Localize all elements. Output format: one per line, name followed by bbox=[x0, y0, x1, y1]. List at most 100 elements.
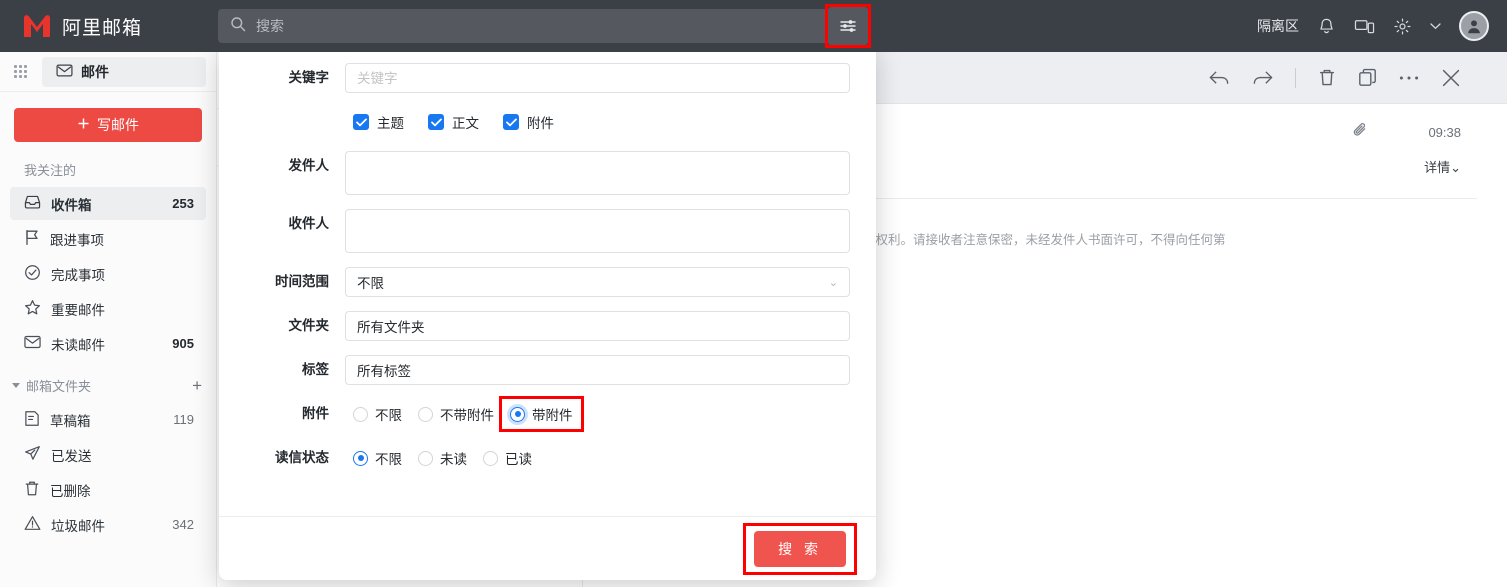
sidebar-item-sent[interactable]: 已发送 bbox=[10, 438, 206, 471]
chevron-down-icon: ⌄ bbox=[1450, 160, 1461, 175]
ellipsis-icon[interactable] bbox=[1399, 75, 1419, 81]
copy-icon[interactable] bbox=[1358, 68, 1377, 87]
checkbox-body[interactable] bbox=[428, 114, 444, 130]
search-submit-button[interactable]: 搜 索 bbox=[754, 531, 846, 567]
tab-mail[interactable]: 邮件 bbox=[42, 57, 206, 87]
radio-circle-selected-icon bbox=[353, 451, 368, 466]
folder-select[interactable]: 所有文件夹 bbox=[345, 311, 850, 341]
forward-arrow-icon[interactable] bbox=[1252, 69, 1273, 87]
close-x-icon[interactable] bbox=[1441, 68, 1461, 88]
brand: 阿里邮箱 bbox=[0, 13, 210, 40]
envelope-icon bbox=[56, 64, 73, 80]
devices-icon[interactable] bbox=[1354, 17, 1375, 36]
sidebar-item-label: 已删除 bbox=[50, 480, 184, 500]
field-label: 标签 bbox=[245, 355, 345, 385]
mail-time: 09:38 bbox=[1428, 125, 1461, 140]
search-filter-toggle[interactable] bbox=[828, 7, 868, 45]
toolbar-divider bbox=[1295, 68, 1296, 88]
radio-label: 不带附件 bbox=[440, 404, 494, 424]
filter-sliders-icon[interactable] bbox=[828, 7, 868, 45]
sidebar-item-important[interactable]: 重要邮件 bbox=[10, 292, 206, 325]
radio-label: 未读 bbox=[440, 448, 467, 468]
sidebar-item-label: 完成事项 bbox=[51, 264, 184, 284]
sidebar-item-count: 342 bbox=[172, 517, 194, 532]
sidebar-item-completed[interactable]: 完成事项 bbox=[10, 257, 206, 290]
reply-arrow-icon[interactable] bbox=[1209, 69, 1230, 87]
sender-input[interactable] bbox=[345, 151, 850, 195]
sidebar-item-unread[interactable]: 未读邮件 905 bbox=[10, 327, 206, 360]
advanced-search-form: 关键字 主题 正文 bbox=[219, 45, 876, 473]
time-range-select[interactable]: 不限 ⌄ bbox=[345, 267, 850, 297]
checkbox-body-label[interactable]: 正文 bbox=[452, 112, 479, 132]
folder-value: 所有文件夹 bbox=[357, 316, 838, 336]
check-circle-icon bbox=[24, 264, 41, 284]
checkbox-attachment[interactable] bbox=[503, 114, 519, 130]
radio-attachment-with[interactable]: 带附件 bbox=[502, 399, 581, 429]
checkbox-attachment-label[interactable]: 附件 bbox=[527, 112, 554, 132]
sidebar-item-drafts[interactable]: 草稿箱 119 bbox=[10, 403, 206, 436]
quarantine-link[interactable]: 隔离区 bbox=[1257, 16, 1299, 36]
recipient-input[interactable] bbox=[345, 209, 850, 253]
sidebar: 邮件 写邮件 我关注的 收件箱 253 bbox=[0, 52, 217, 587]
add-folder-icon[interactable]: + bbox=[192, 377, 202, 394]
read-status-radio-group: 不限 未读 已读 bbox=[345, 443, 850, 473]
paperclip-icon bbox=[1353, 122, 1368, 143]
bell-icon[interactable] bbox=[1317, 17, 1336, 36]
trash-icon[interactable] bbox=[1318, 68, 1336, 87]
sidebar-item-followups[interactable]: 跟进事项 bbox=[10, 222, 206, 255]
gear-icon[interactable] bbox=[1393, 17, 1412, 36]
compose-label: 写邮件 bbox=[97, 115, 139, 135]
global-search[interactable]: 搜索 bbox=[218, 9, 828, 43]
section-label-followed: 我关注的 bbox=[0, 142, 216, 185]
radio-attachment-none[interactable]: 不带附件 bbox=[410, 399, 502, 429]
field-time-range: 时间范围 不限 ⌄ bbox=[245, 267, 850, 297]
checkbox-subject-label[interactable]: 主题 bbox=[377, 112, 404, 132]
sidebar-item-label: 已发送 bbox=[51, 445, 184, 465]
field-label: 收件人 bbox=[245, 209, 345, 239]
radio-read-unread[interactable]: 未读 bbox=[410, 443, 475, 473]
field-sender: 发件人 bbox=[245, 151, 850, 195]
caret-down-icon[interactable] bbox=[12, 383, 20, 388]
sidebar-item-deleted[interactable]: 已删除 bbox=[10, 473, 206, 506]
flag-icon bbox=[24, 229, 40, 249]
scope-checkboxes: 主题 正文 附件 bbox=[353, 107, 850, 137]
sidebar-item-count: 905 bbox=[172, 336, 194, 351]
star-icon bbox=[24, 299, 41, 319]
folders-header[interactable]: 邮箱文件夹 + bbox=[0, 362, 216, 401]
brand-name: 阿里邮箱 bbox=[62, 13, 142, 40]
compose-button[interactable]: 写邮件 bbox=[14, 108, 202, 142]
radio-label: 不限 bbox=[375, 404, 402, 424]
sidebar-item-label: 未读邮件 bbox=[51, 334, 162, 354]
keyword-input[interactable] bbox=[345, 63, 850, 93]
warning-icon bbox=[24, 515, 41, 534]
search-input[interactable]: 搜索 bbox=[218, 9, 828, 43]
field-tag: 标签 所有标签 bbox=[245, 355, 850, 385]
sidebar-item-spam[interactable]: 垃圾邮件 342 bbox=[10, 508, 206, 541]
sidebar-item-label: 草稿箱 bbox=[50, 410, 163, 430]
field-keyword: 关键字 bbox=[245, 63, 850, 93]
field-attachment: 附件 不限 不带附件 带附件 bbox=[245, 399, 850, 429]
sidebar-item-label: 垃圾邮件 bbox=[51, 515, 162, 535]
checkbox-subject[interactable] bbox=[353, 114, 369, 130]
radio-attachment-any[interactable]: 不限 bbox=[345, 399, 410, 429]
avatar[interactable] bbox=[1459, 11, 1489, 41]
sidebar-item-label: 重要邮件 bbox=[51, 299, 184, 319]
field-read-status: 读信状态 不限 未读 已读 bbox=[245, 443, 850, 473]
radio-read-read[interactable]: 已读 bbox=[475, 443, 540, 473]
trash-icon bbox=[24, 480, 40, 500]
draft-icon bbox=[24, 410, 40, 430]
tab-mail-label: 邮件 bbox=[81, 62, 109, 82]
chevron-down-icon[interactable] bbox=[1430, 22, 1441, 30]
sidebar-item-label: 收件箱 bbox=[51, 194, 162, 214]
radio-label: 带附件 bbox=[532, 404, 573, 424]
grid-apps-icon[interactable] bbox=[14, 65, 28, 79]
radio-read-any[interactable]: 不限 bbox=[345, 443, 410, 473]
field-label: 时间范围 bbox=[245, 267, 345, 297]
radio-circle-icon bbox=[418, 407, 433, 422]
sidebar-item-count: 253 bbox=[172, 196, 194, 211]
tag-select[interactable]: 所有标签 bbox=[345, 355, 850, 385]
attachment-radio-group: 不限 不带附件 带附件 bbox=[345, 399, 850, 429]
top-bar-actions: 隔离区 bbox=[1257, 0, 1489, 52]
scope-checkbox-row: 主题 正文 附件 bbox=[245, 107, 850, 137]
sidebar-item-inbox[interactable]: 收件箱 253 bbox=[10, 187, 206, 220]
